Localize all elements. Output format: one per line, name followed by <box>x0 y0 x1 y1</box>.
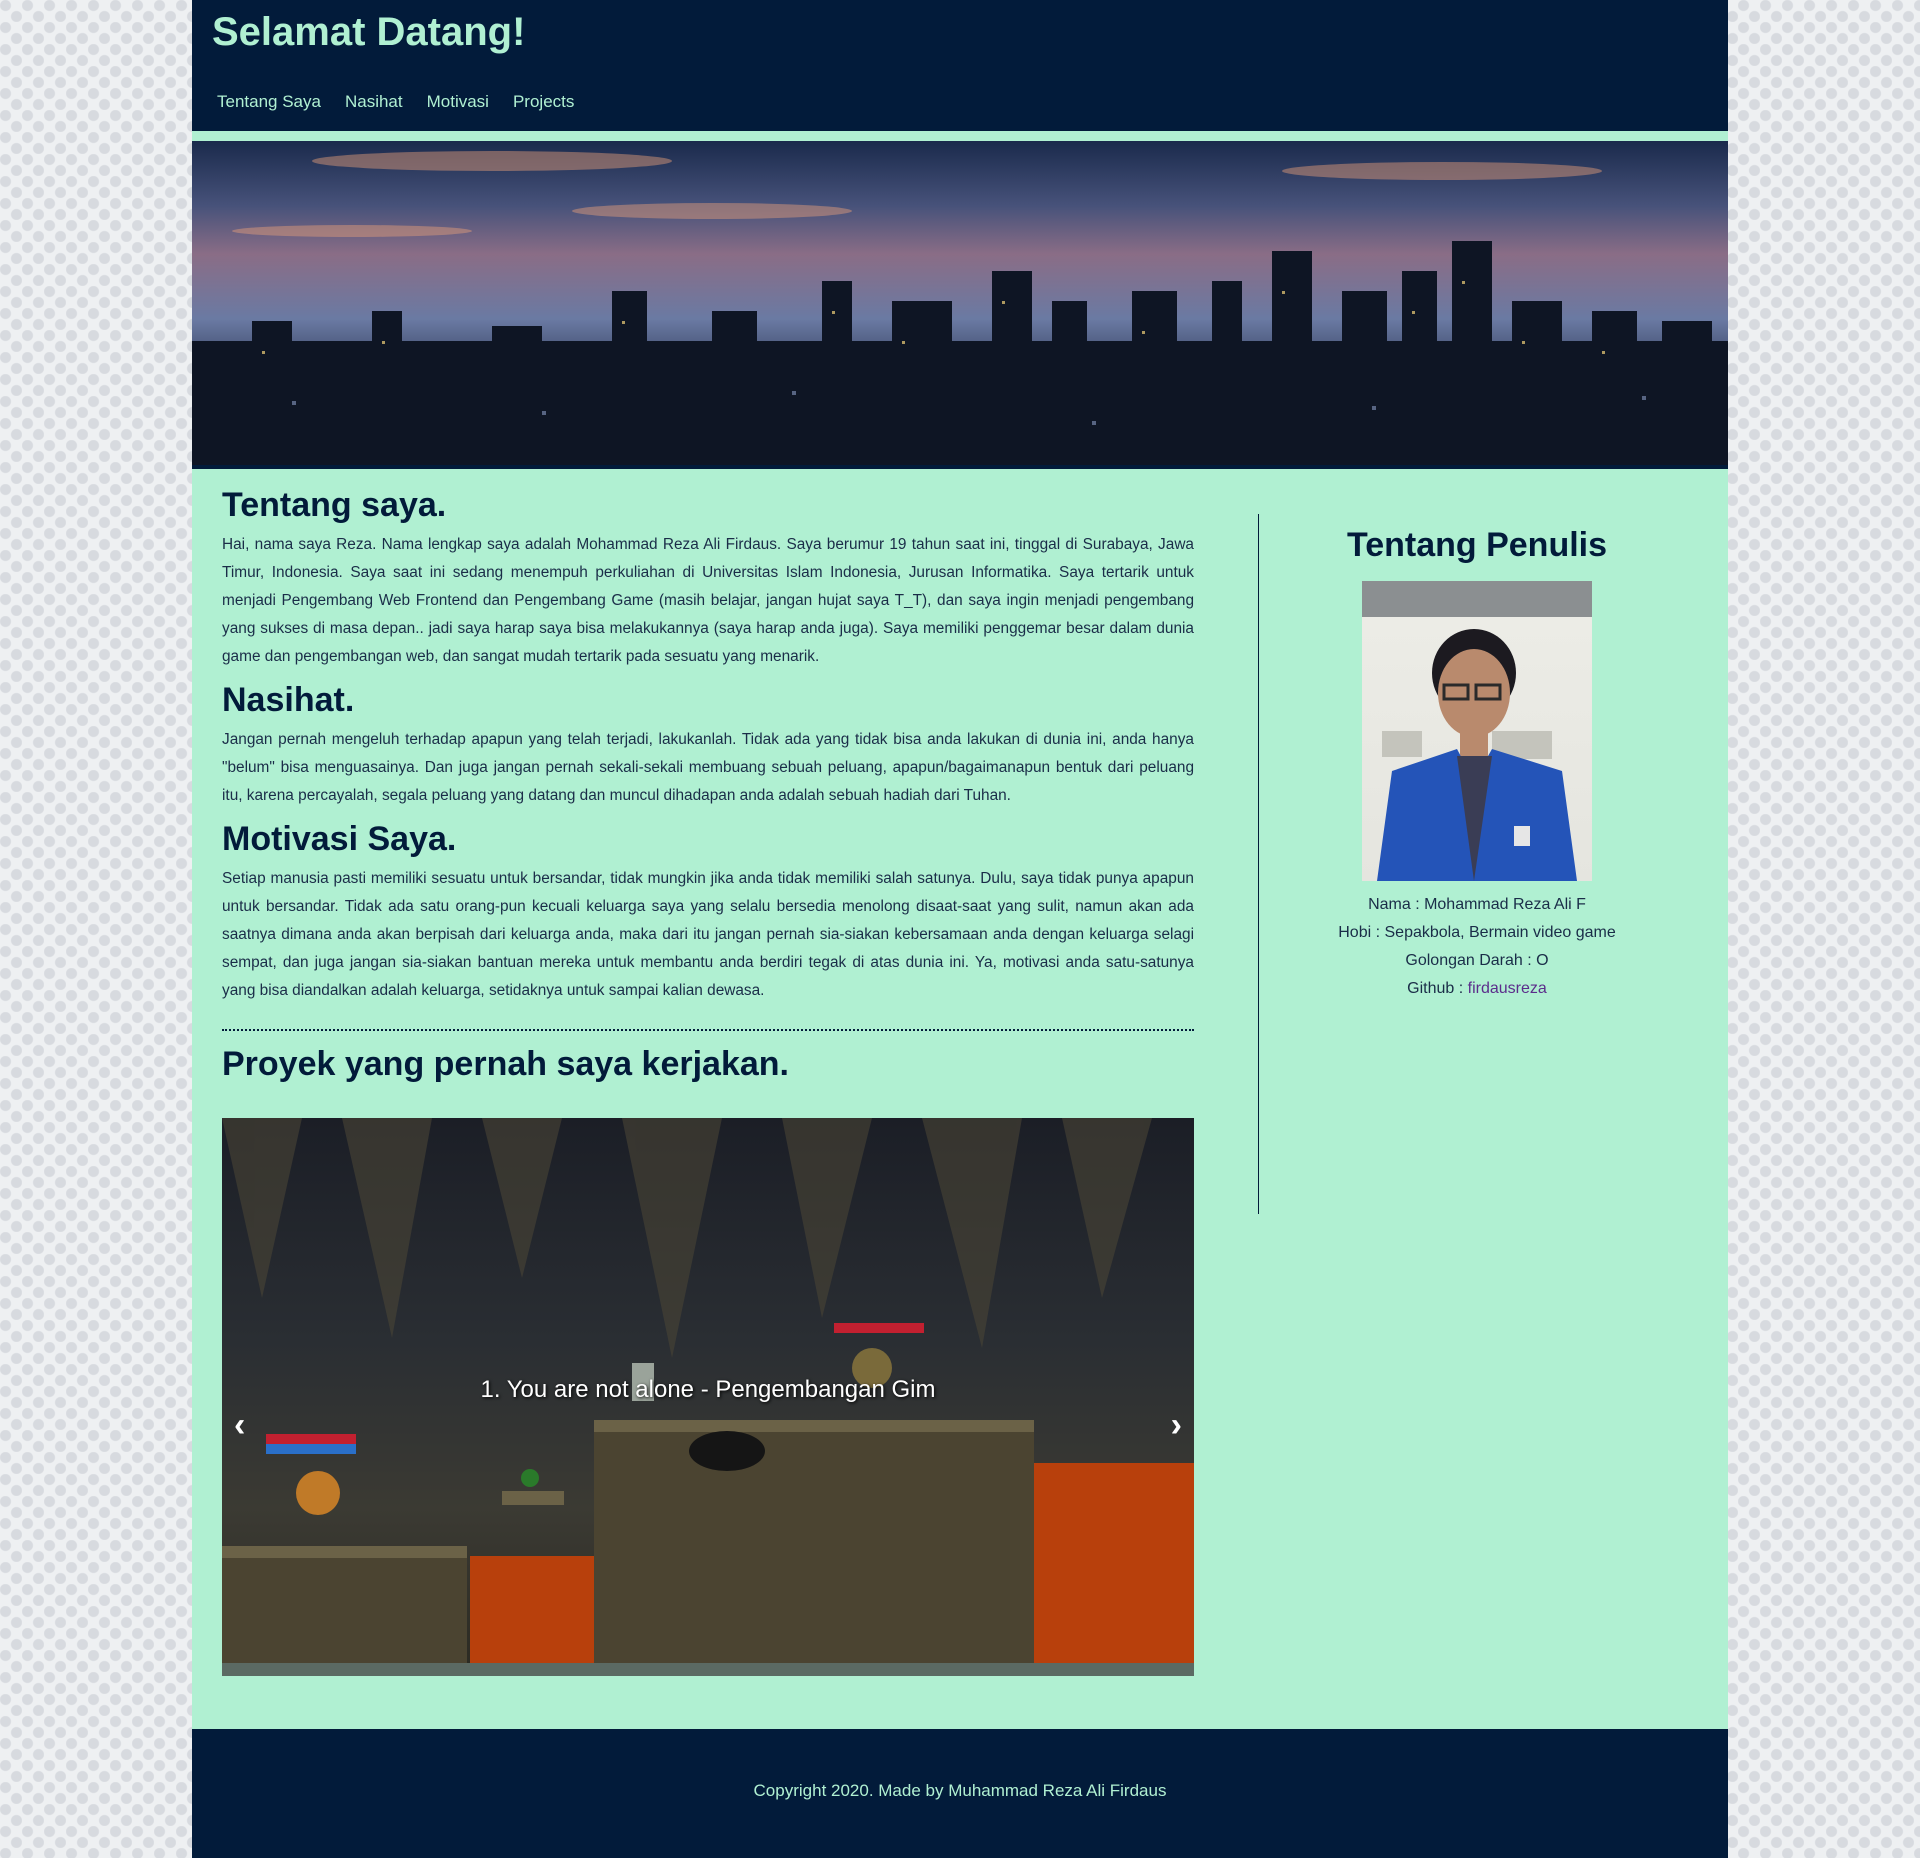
nav-link-projects[interactable]: Projects <box>513 90 574 114</box>
sidebar-divider <box>1258 514 1259 1214</box>
nav-link-motivasi[interactable]: Motivasi <box>427 90 489 114</box>
footer-copyright: Copyright 2020. Made by Muhammad Reza Al… <box>753 1781 1167 1800</box>
author-sidebar: Tentang Penulis Nama : Mohammad Reza Ali… <box>1282 520 1672 1003</box>
site-footer: Copyright 2020. Made by Muhammad Reza Al… <box>192 1729 1728 1858</box>
author-github: Github : firdausreza <box>1282 975 1672 1003</box>
carousel-next-button[interactable]: › <box>1171 1408 1182 1442</box>
carousel-prev-button[interactable]: ‹ <box>234 1408 245 1442</box>
github-link[interactable]: firdausreza <box>1468 980 1547 997</box>
author-hobby: Hobi : Sepakbola, Bermain video game <box>1338 924 1616 941</box>
author-name: Nama : Mohammad Reza Ali F <box>1368 896 1586 913</box>
site-header: Selamat Datang! Tentang Saya Nasihat Mot… <box>192 0 1728 136</box>
motivation-heading: Motivasi Saya. <box>222 820 457 858</box>
about-text: Hai, nama saya Reza. Nama lengkap saya a… <box>222 536 1194 665</box>
section-divider <box>222 1029 1194 1031</box>
about-heading: Tentang saya. <box>222 486 447 524</box>
author-blood-type: Golongan Darah : O <box>1405 952 1549 969</box>
carousel-caption: 1. You are not alone - Pengembangan Gim <box>480 1376 936 1403</box>
author-info: Nama : Mohammad Reza Ali F Hobi : Sepakb… <box>1282 891 1672 1003</box>
main-content: Tentang saya. Hai, nama saya Reza. Nama … <box>222 486 1194 1676</box>
author-photo <box>1362 581 1592 881</box>
motivation-text: Setiap manusia pasti memiliki sesuatu un… <box>222 870 1194 999</box>
main-nav: Tentang Saya Nasihat Motivasi Projects <box>217 90 574 114</box>
advice-text: Jangan pernah mengeluh terhadap apapun y… <box>222 731 1194 804</box>
city-skyline-banner <box>192 141 1728 469</box>
page: Selamat Datang! Tentang Saya Nasihat Mot… <box>192 0 1728 1858</box>
nav-link-tentang-saya[interactable]: Tentang Saya <box>217 90 321 114</box>
github-label: Github : <box>1407 980 1468 997</box>
site-title: Selamat Datang! <box>212 10 526 54</box>
projects-carousel: 1. You are not alone - Pengembangan Gim … <box>222 1118 1194 1676</box>
author-heading: Tentang Penulis <box>1346 526 1608 564</box>
nav-link-nasihat[interactable]: Nasihat <box>345 90 403 114</box>
projects-heading: Proyek yang pernah saya kerjakan. <box>222 1045 789 1083</box>
advice-heading: Nasihat. <box>222 681 355 719</box>
